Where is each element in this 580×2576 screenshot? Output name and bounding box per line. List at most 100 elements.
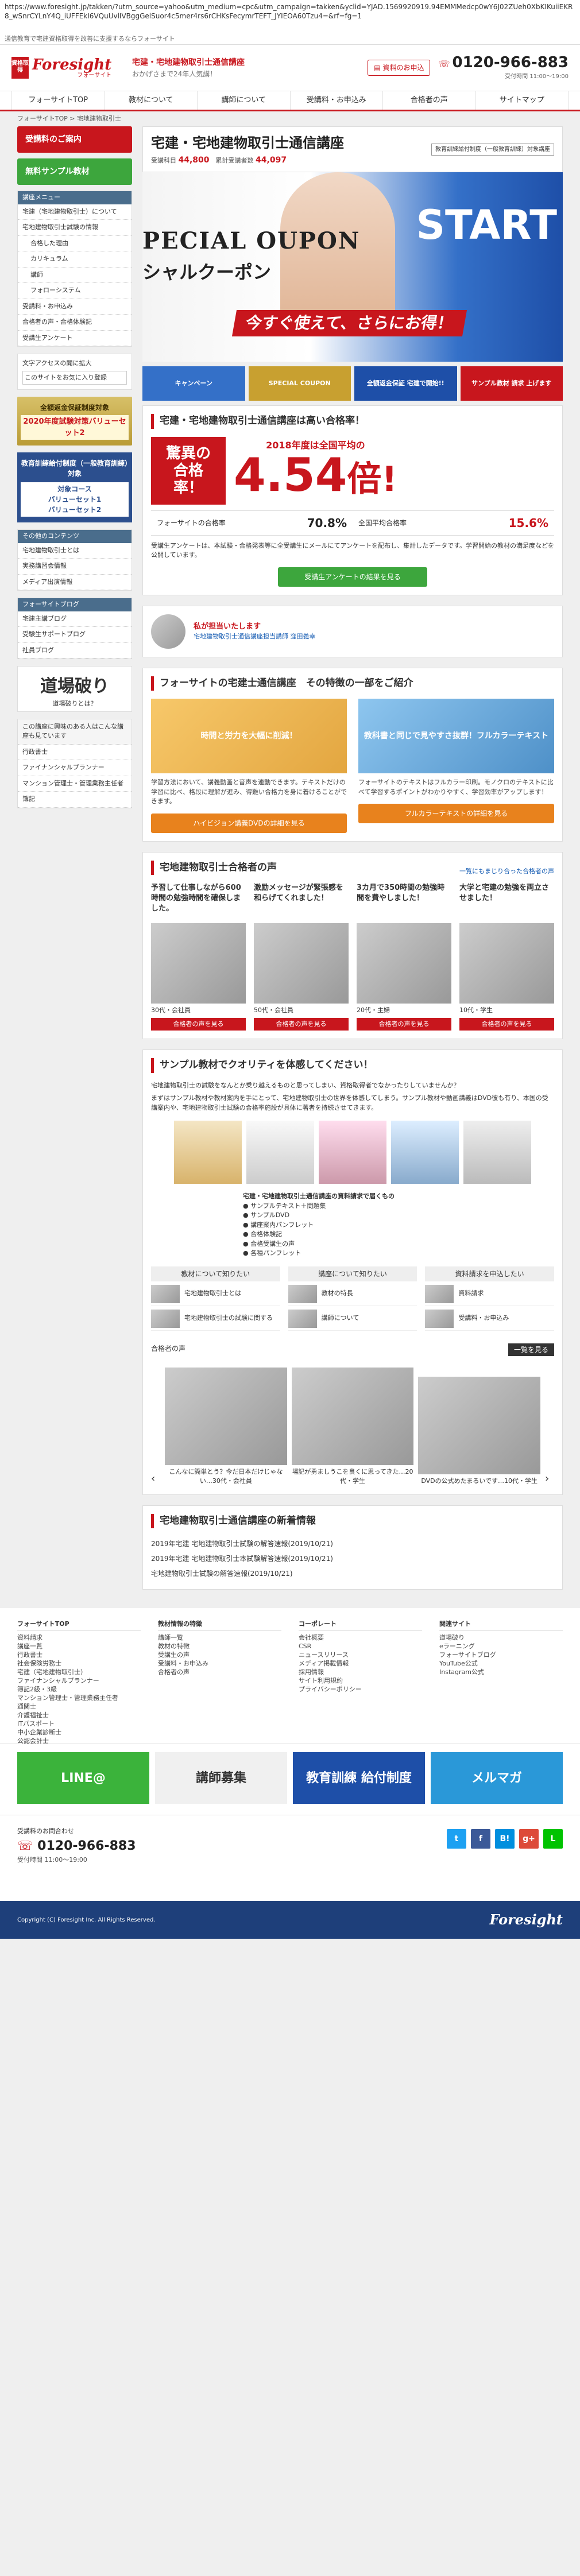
footer-item[interactable]: サイト利用規約 (299, 1676, 422, 1685)
footer-item[interactable]: 合格者の声 (158, 1668, 281, 1676)
benefit-footer-banner[interactable]: 教育訓練 給付制度 (293, 1752, 425, 1804)
footer-item[interactable]: 講師一覧 (158, 1633, 281, 1642)
recruit-banner[interactable]: 講師募集 (155, 1752, 287, 1804)
voices-more-link[interactable]: 一覧にもまじり合った合格者の声 (459, 867, 554, 877)
breadcrumb[interactable]: フォーサイトTOP > 宅地建物取引士 (0, 111, 580, 126)
footer-item[interactable]: 社会保険労務士 (17, 1659, 141, 1668)
voice-button[interactable]: 合格者の声を見る (254, 1017, 349, 1031)
footer-item[interactable]: 行政書士 (17, 1651, 141, 1659)
slider-prev[interactable]: ‹ (151, 1471, 160, 1486)
line-icon[interactable]: L (543, 1829, 563, 1849)
site-logo[interactable]: 資格取得 Foresight フォーサイト (11, 57, 126, 79)
url-bar[interactable]: https://www.foresight.jp/takken/?utm_sou… (0, 0, 580, 34)
dojo-link[interactable]: 道場破りとは？ (18, 699, 132, 709)
footer-item[interactable]: プライバシーポリシー (299, 1685, 422, 1694)
footer-logo[interactable]: Foresight (489, 1909, 563, 1930)
slider-photo[interactable] (418, 1377, 541, 1474)
footer-head[interactable]: 関連サイト (439, 1620, 563, 1631)
other-item[interactable]: 実務講習会情報 (18, 559, 132, 575)
footer-item[interactable]: 講座一覧 (17, 1642, 141, 1651)
menu-item[interactable]: 受講生アンケート (18, 331, 132, 346)
news-item[interactable]: 2019年宅建 宅地建物取引士本試験解答速報(2019/10/21) (151, 1551, 554, 1566)
voice-card[interactable]: 予習して仕事しながら600時間の勉強時間を確保しました。 30代・会社員 合格者の声… (151, 883, 246, 1031)
footer-item[interactable]: 宅建（宅地建物取引士） (17, 1668, 141, 1676)
related-item[interactable]: ファイナンシャルプランナー (18, 760, 132, 776)
feature-button-2[interactable]: フルカラーテキストの詳細を見る (358, 804, 554, 823)
quick-link[interactable]: 資料請求 (425, 1284, 555, 1306)
footer-item[interactable]: 資料請求 (17, 1633, 141, 1642)
dojo-banner[interactable]: 道場破り 道場破りとは？ (17, 666, 132, 712)
gnav-top[interactable]: フォーサイトTOP (11, 91, 105, 110)
menu-item[interactable]: 講師 (18, 268, 132, 283)
footer-item[interactable]: Instagram公式 (439, 1668, 563, 1676)
quick-link[interactable]: 宅地建物取引士とは (151, 1284, 280, 1306)
footer-item[interactable]: YouTube公式 (439, 1659, 563, 1668)
footer-item[interactable]: 受講生の声 (158, 1651, 281, 1659)
line-banner[interactable]: LINE@ (17, 1752, 149, 1804)
menu-item[interactable]: フォローシステム (18, 283, 132, 299)
menu-item[interactable]: 合格者の声・合格体験記 (18, 315, 132, 331)
quick-link[interactable]: 受講料・お申込み (425, 1309, 555, 1331)
voice-button[interactable]: 合格者の声を見る (459, 1017, 554, 1031)
footer-item[interactable]: 会社概要 (299, 1633, 422, 1642)
facebook-icon[interactable]: f (471, 1829, 490, 1849)
footer-item[interactable]: 簿記2級・3級 (17, 1685, 141, 1694)
blog-item[interactable]: 受験生サポートブログ (18, 627, 132, 643)
hero-banner[interactable]: PECIAL OUPON シャルクーポン START 今すぐ使えて、さらにお得！ (142, 172, 563, 362)
menu-item[interactable]: カリキュラム (18, 251, 132, 268)
refund-banner[interactable]: 全額返金保証制度対象 2020年度試験対策バリューセット2 (17, 397, 132, 446)
footer-item[interactable]: 中小企業診断士 (17, 1728, 141, 1737)
thumb-1[interactable]: キャンペーン (142, 366, 245, 401)
feature-button-1[interactable]: ハイビジョン講義DVDの詳細を見る (151, 813, 347, 833)
footer-item[interactable]: eラーニング (439, 1642, 563, 1651)
benefit-banner[interactable]: 教育訓練給付制度（一般教育訓練）対象 対象コース バリューセット1 バリューセット2 (17, 452, 132, 522)
footer-item[interactable]: メディア掲載情報 (299, 1659, 422, 1668)
footer-item[interactable]: 道場破り (439, 1633, 563, 1642)
voice-button[interactable]: 合格者の声を見る (357, 1017, 451, 1031)
sample-button[interactable]: 無料サンプル教材 (17, 158, 132, 185)
voice-card[interactable]: 3カ月で350時間の勉強時間を費やしました！ 20代・主婦 合格者の声を見る (357, 883, 451, 1031)
related-item[interactable]: 行政書士 (18, 745, 132, 760)
fees-button[interactable]: 受講料のご案内 (17, 126, 132, 153)
menu-item[interactable]: 宅地建物取引士試験の情報 (18, 220, 132, 236)
blog-item[interactable]: 宅建主講ブログ (18, 611, 132, 627)
footer-item[interactable]: 受講料・お申込み (158, 1659, 281, 1668)
news-item[interactable]: 宅地建物取引士試験の解答速報(2019/10/21) (151, 1566, 554, 1581)
footer-item[interactable]: 通関士 (17, 1702, 141, 1711)
voice-button[interactable]: 合格者の声を見る (151, 1017, 246, 1031)
teacher-name[interactable]: 宅地建物取引士通信講座担当講師 窪田義幸 (194, 632, 316, 642)
mailmag-banner[interactable]: メルマガ (431, 1752, 563, 1804)
footer-item[interactable]: マンション管理士・管理業務主任者 (17, 1694, 141, 1702)
related-item[interactable]: マンション管理士・管理業務主任者 (18, 776, 132, 792)
hatena-icon[interactable]: B! (495, 1829, 515, 1849)
freedial-number[interactable]: ☏ 0120-966-883 (438, 55, 569, 72)
other-item[interactable]: 宅地建物取引士とは (18, 543, 132, 559)
gnav-materials[interactable]: 教材について (104, 91, 198, 110)
voice-card[interactable]: 激励メッセージが緊張感を和らげてくれました！ 50代・会社員 合格者の声を見る (254, 883, 349, 1031)
other-item[interactable]: メディア出演情報 (18, 575, 132, 590)
twitter-icon[interactable]: t (447, 1829, 466, 1849)
slider-photo[interactable] (291, 1367, 414, 1465)
news-item[interactable]: 2019年宅建 宅地建物取引士試験の解答速報(2019/10/21) (151, 1536, 554, 1551)
bookmark-button[interactable]: このサイトをお気に入り登録 (22, 370, 127, 385)
gnav-fees[interactable]: 受講料・お申込み (289, 91, 383, 110)
gnav-voices[interactable]: 合格者の声 (382, 91, 475, 110)
quick-link[interactable]: 講師について (288, 1309, 417, 1331)
thumb-4[interactable]: サンプル教材 請求 上げます (460, 366, 563, 401)
footer-item[interactable]: ファイナンシャルプランナー (17, 1676, 141, 1685)
footer-head[interactable]: コーポレート (299, 1620, 422, 1631)
slider-photo[interactable] (165, 1367, 287, 1465)
footer-item[interactable]: フォーサイトブログ (439, 1651, 563, 1659)
voice-card[interactable]: 大学と宅建の勉強を両立させました！ 10代・学生 合格者の声を見る (459, 883, 554, 1031)
quick-link[interactable]: 宅地建物取引士の試験に関する (151, 1309, 280, 1331)
gnav-sitemap[interactable]: サイトマップ (475, 91, 569, 110)
footer-item[interactable]: ニュースリリース (299, 1651, 422, 1659)
slider-next[interactable]: › (545, 1471, 554, 1486)
slider-more-button[interactable]: 一覧を見る (508, 1343, 554, 1356)
thumb-3[interactable]: 全額返金保証 宅建で開始!! (354, 366, 457, 401)
gnav-instructors[interactable]: 講師について (197, 91, 290, 110)
footer-item[interactable]: 教材の特徴 (158, 1642, 281, 1651)
menu-item[interactable]: 宅建（宅地建物取引士）について (18, 204, 132, 220)
footer-item[interactable]: 介護福祉士 (17, 1711, 141, 1719)
footer-item[interactable]: CSR (299, 1642, 422, 1651)
